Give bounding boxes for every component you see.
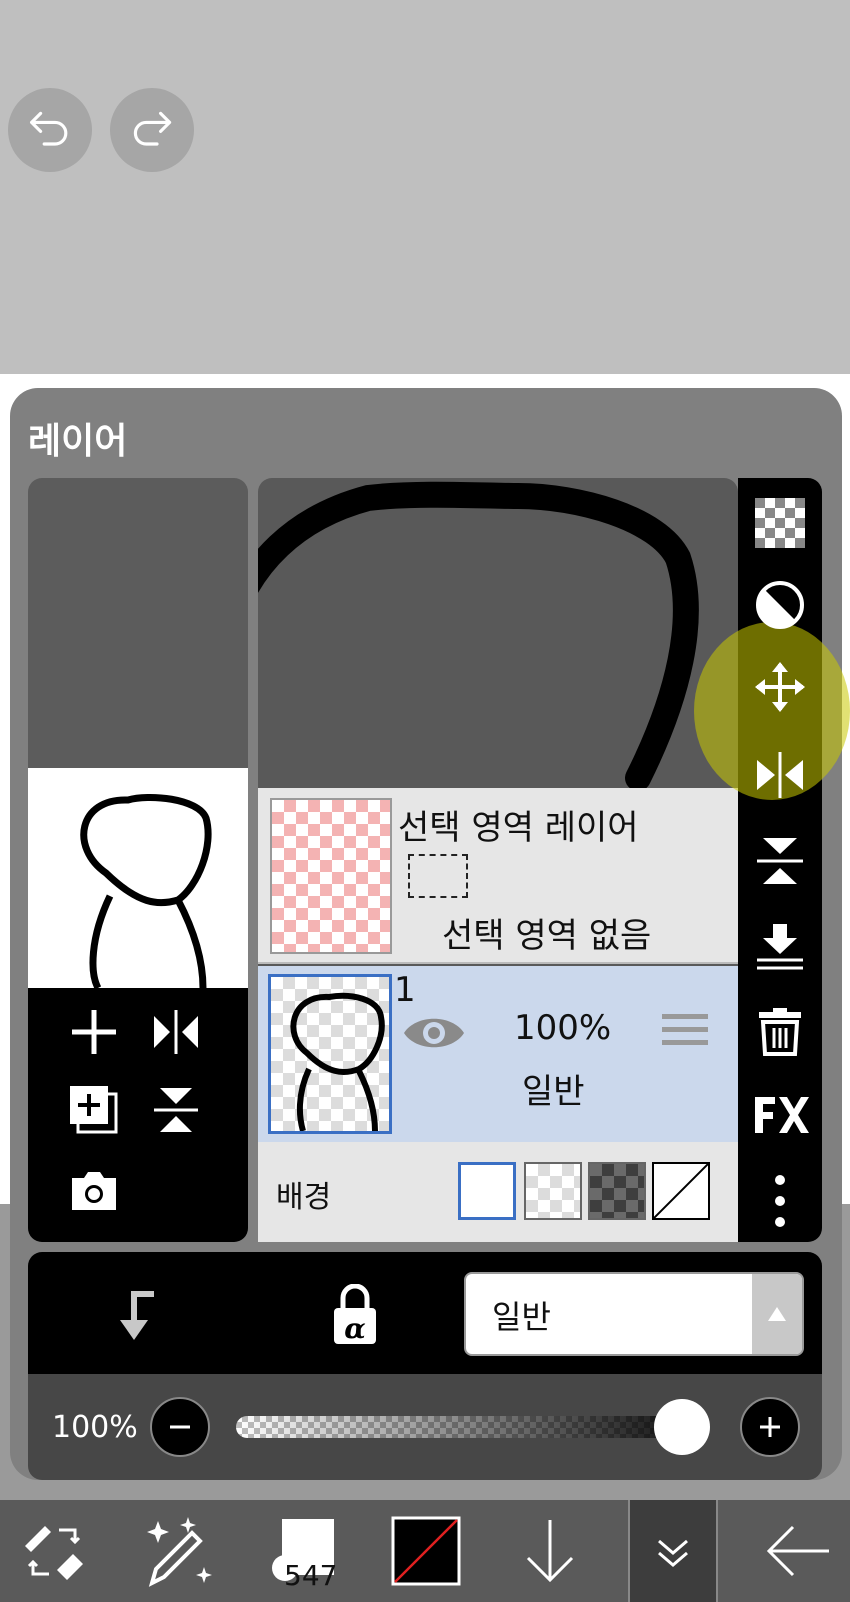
trash-icon <box>759 1008 801 1056</box>
double-chevron-down-icon <box>658 1539 688 1567</box>
visibility-toggle[interactable] <box>402 1012 466 1054</box>
transparency-icon <box>755 498 805 548</box>
tool-switch-button[interactable] <box>4 1500 104 1602</box>
merge-down-icon <box>757 924 803 970</box>
layer-1-thumb-drawing <box>290 992 385 1132</box>
flip-v-button[interactable] <box>146 1080 206 1140</box>
move-button[interactable] <box>738 652 822 722</box>
bg-white-option[interactable] <box>458 1162 516 1220</box>
drag-handle[interactable] <box>662 1010 708 1050</box>
layer-1-blend: 일반 <box>522 1072 585 1112</box>
canvas-area[interactable] <box>0 0 850 374</box>
left-tools <box>28 988 248 1242</box>
more-button[interactable] <box>738 1166 822 1236</box>
svg-text:α: α <box>344 1312 366 1345</box>
redo-button[interactable] <box>110 88 194 172</box>
clip-arrow-icon <box>120 1291 154 1340</box>
selection-layer-name: 선택 영역 레이어 <box>398 808 639 848</box>
minus-icon <box>170 1425 190 1429</box>
flip-h-icon <box>154 1010 198 1054</box>
layer-1-thumb <box>268 974 392 1134</box>
clip-button[interactable] <box>108 1286 164 1346</box>
contrast-icon <box>756 581 804 629</box>
undo-button[interactable] <box>8 88 92 172</box>
canvas-thumbnail <box>28 768 248 990</box>
delete-layer-button[interactable] <box>738 996 822 1066</box>
move-icon <box>755 662 805 712</box>
brush-eraser-swap-icon <box>25 1526 83 1580</box>
selection-layer-thumb <box>270 798 392 954</box>
bg-custom-option[interactable] <box>652 1162 710 1220</box>
opacity-label: 100% <box>52 1410 138 1445</box>
copy-layer-icon <box>70 1086 118 1134</box>
color-swatch-icon <box>391 1516 461 1586</box>
background-row: 배경 <box>258 1142 738 1242</box>
add-layer-button[interactable] <box>64 1002 124 1062</box>
flip-horizontal-icon <box>757 752 803 798</box>
triangle-up-icon <box>768 1307 786 1321</box>
magic-brush-button[interactable] <box>126 1500 226 1602</box>
contrast-button[interactable] <box>738 570 822 640</box>
alpha-lock-button[interactable]: α <box>330 1283 380 1346</box>
camera-icon <box>72 1172 116 1210</box>
opacity-slider-track[interactable] <box>236 1416 696 1438</box>
camera-button[interactable] <box>64 1160 124 1220</box>
canvas-thumbnail-drawing <box>80 793 212 990</box>
back-button[interactable] <box>748 1500 848 1602</box>
blend-mode-select[interactable]: 일반 <box>464 1272 804 1356</box>
undo-icon <box>30 111 68 146</box>
blend-mode-value: 일반 <box>492 1298 551 1336</box>
blend-mode-arrow[interactable] <box>752 1274 802 1354</box>
selection-layer-row[interactable]: 선택 영역 레이어 선택 영역 없음 <box>258 788 738 964</box>
layer-down-button[interactable] <box>500 1500 600 1602</box>
layer-1-number: 1 <box>394 970 416 1010</box>
flip-v-icon <box>154 1088 198 1132</box>
color-button[interactable] <box>376 1500 476 1602</box>
opacity-slider-knob[interactable] <box>654 1399 710 1455</box>
collapse-menu-button[interactable] <box>628 1500 718 1602</box>
bg-transparent-option[interactable] <box>524 1162 582 1220</box>
merge-down-button[interactable] <box>738 912 822 982</box>
flip-vertical-button[interactable] <box>738 826 822 896</box>
selection-status: 선택 영역 없음 <box>442 916 652 956</box>
opacity-decrease-button[interactable] <box>150 1397 210 1457</box>
flip-horizontal-button[interactable] <box>738 740 822 810</box>
flip-h-button[interactable] <box>146 1002 206 1062</box>
brush-size-preview: 547 <box>260 1511 340 1592</box>
brush-size-value: 547 <box>284 1559 338 1592</box>
plus-icon <box>760 1417 780 1437</box>
transparency-button[interactable] <box>738 488 822 558</box>
bg-dark-option[interactable] <box>588 1162 646 1220</box>
brush-size-button[interactable]: 547 <box>250 1500 350 1602</box>
fx-button[interactable] <box>738 1080 822 1150</box>
arrow-down-icon <box>526 1520 574 1583</box>
panel-title: 레이어 <box>28 421 128 462</box>
eye-icon <box>404 1018 464 1048</box>
add-layer-icon <box>72 1010 116 1054</box>
more-icon <box>775 1175 785 1227</box>
layer-left-column <box>28 478 248 1242</box>
background-label: 배경 <box>276 1180 332 1215</box>
fx-icon <box>755 1097 809 1133</box>
opacity-increase-button[interactable] <box>740 1397 800 1457</box>
bg-custom-diagonal-icon <box>653 1163 709 1219</box>
layer-1-opacity: 100% <box>514 1008 612 1048</box>
drag-handle-icon <box>662 1014 708 1045</box>
redo-icon <box>133 111 172 146</box>
copy-layer-button[interactable] <box>64 1080 124 1140</box>
arrow-left-icon <box>766 1525 829 1577</box>
magic-pen-icon <box>147 1517 212 1587</box>
flip-vertical-icon <box>757 838 803 884</box>
alpha-lock-icon: α <box>334 1283 376 1345</box>
layer-row-1[interactable]: 1 100% 일반 <box>258 966 738 1142</box>
selection-marquee-icon <box>408 854 468 898</box>
